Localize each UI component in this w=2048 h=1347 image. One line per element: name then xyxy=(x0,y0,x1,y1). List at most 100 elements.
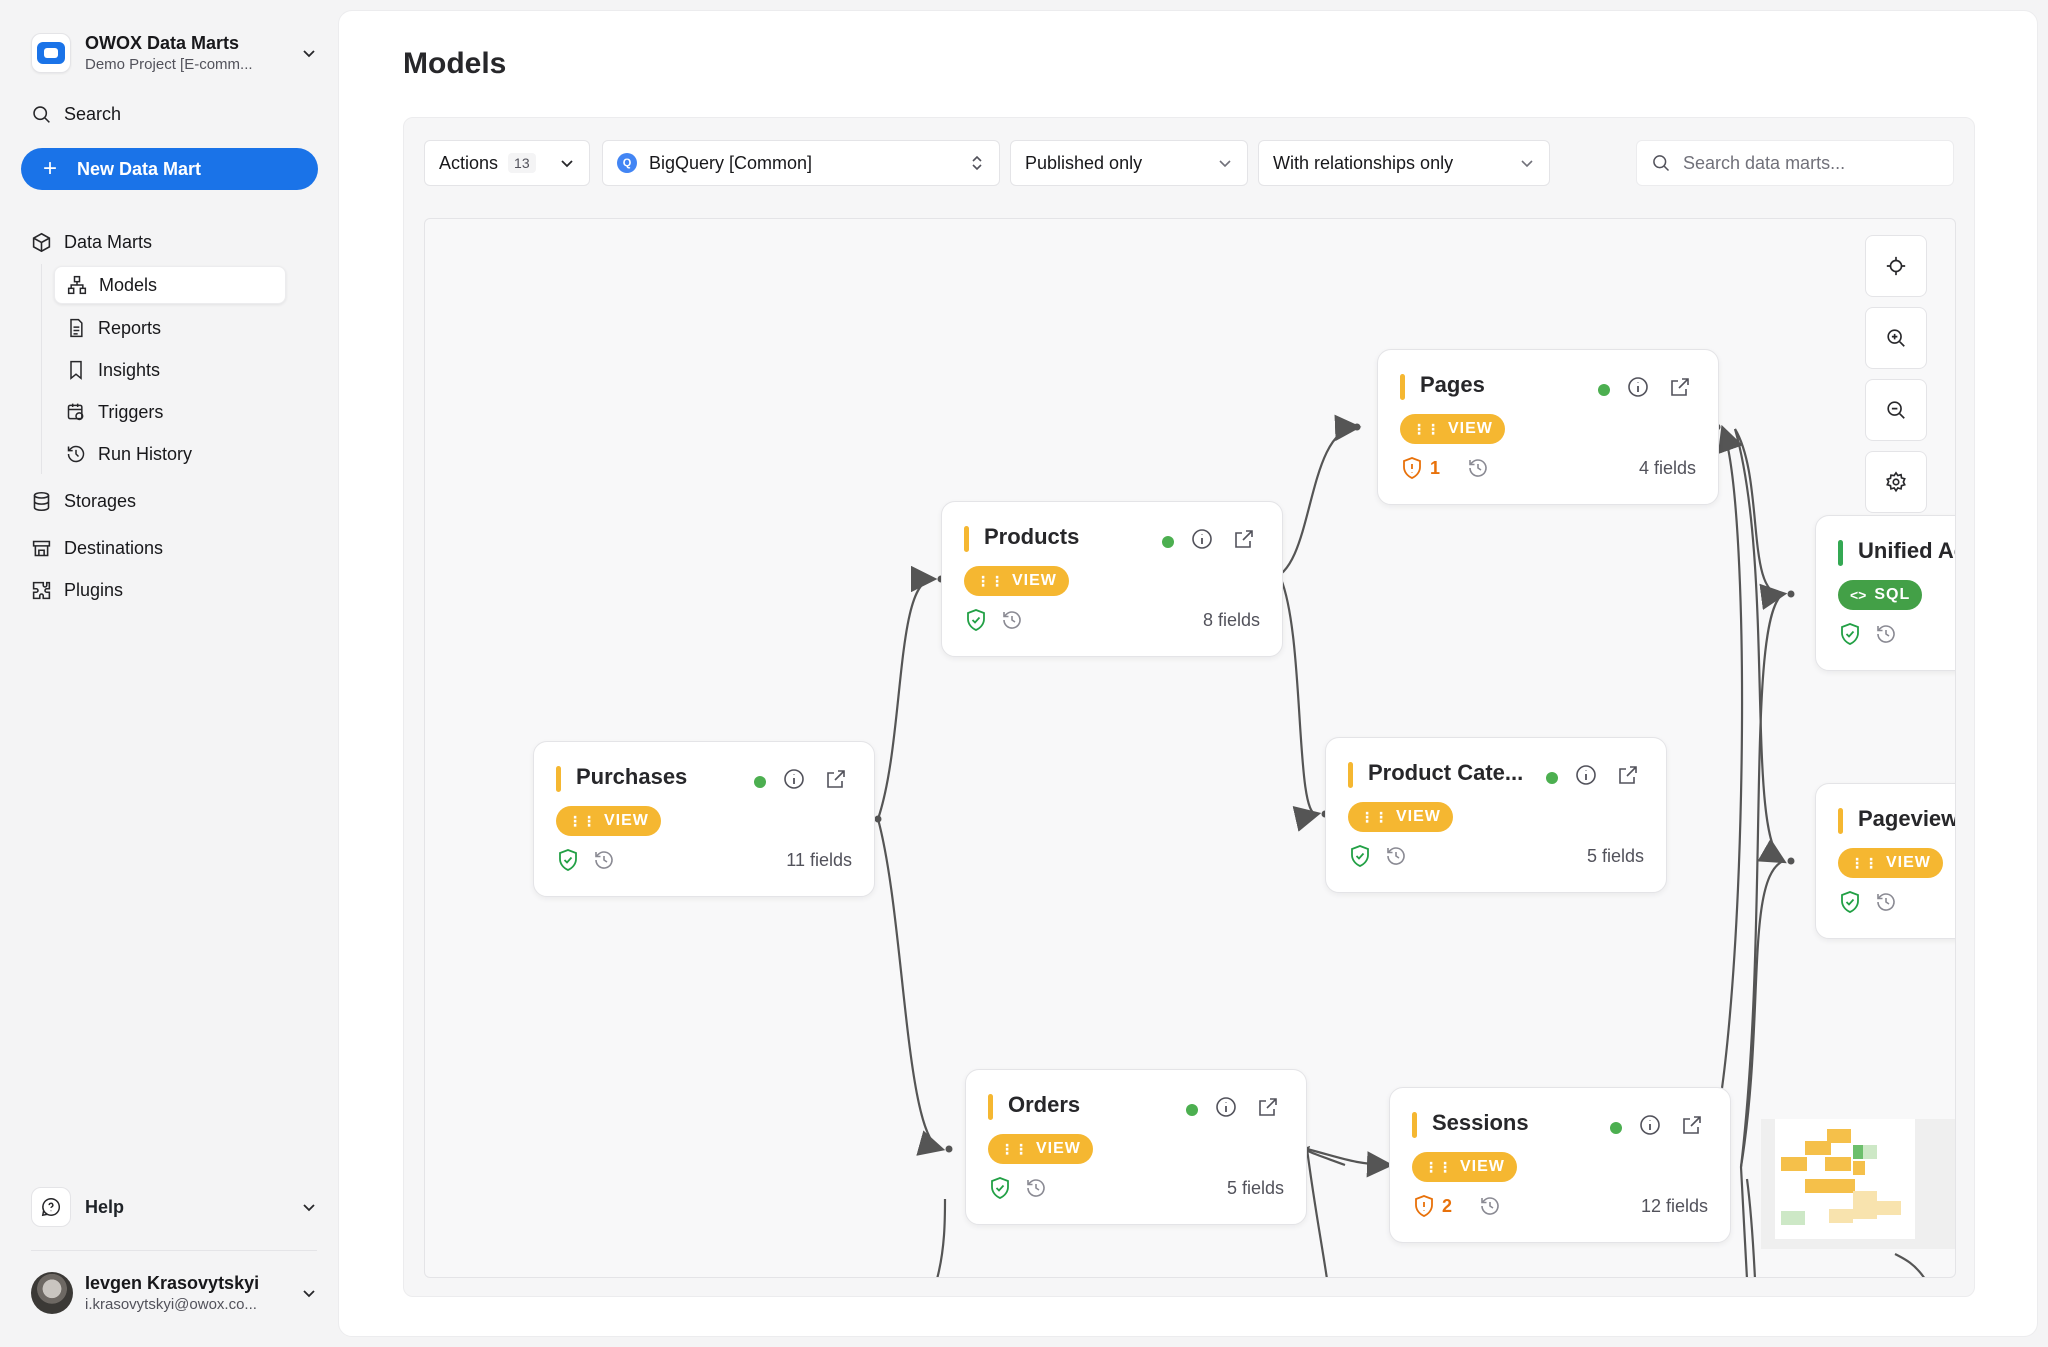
status-ok-dot xyxy=(1186,1104,1198,1116)
info-icon[interactable] xyxy=(1638,1113,1662,1137)
model-node-products[interactable]: Products ⋮⋮ VIEW 8 fields xyxy=(941,501,1283,657)
plus-icon: + xyxy=(43,155,58,182)
node-accent-bar xyxy=(964,526,969,552)
edge-offscreen-5 xyxy=(1894,1253,1925,1277)
view-type-badge: ⋮⋮ VIEW xyxy=(1400,414,1505,444)
relationship-filter[interactable]: With relationships only xyxy=(1258,140,1550,186)
status-ok-dot xyxy=(1162,536,1174,548)
sidebar-item-triggers[interactable]: Triggers xyxy=(54,393,286,431)
view-type-label: VIEW xyxy=(1886,854,1931,871)
search-input[interactable]: Search data marts... xyxy=(1636,140,1954,186)
page-title: Models xyxy=(403,47,507,80)
chevron-down-icon xyxy=(1219,160,1231,168)
sidebar-item-run-history[interactable]: Run History xyxy=(54,435,286,473)
zoom-out-icon xyxy=(1887,401,1905,419)
published-filter[interactable]: Published only xyxy=(1010,140,1248,186)
history-icon[interactable] xyxy=(1384,844,1408,868)
sidebar-item-label: Plugins xyxy=(64,580,124,600)
sidebar-item-label: Triggers xyxy=(98,401,164,422)
warning-count: 1 xyxy=(1430,457,1441,478)
canvas-settings-button[interactable] xyxy=(1865,451,1927,513)
model-node-sessions[interactable]: Sessions ⋮⋮ VIEW 2 12 fields xyxy=(1389,1087,1731,1243)
warning-indicator[interactable]: 2 xyxy=(1412,1194,1452,1218)
new-data-mart-button[interactable]: + New Data Mart xyxy=(21,148,318,190)
model-graph-canvas[interactable]: Purchases ⋮⋮ VIEW 11 fields Products ⋮⋮ VI… xyxy=(424,218,1956,1278)
edge-purchases-products xyxy=(876,565,938,820)
zoom-out-button[interactable] xyxy=(1865,379,1927,441)
model-node-pages[interactable]: Pages ⋮⋮ VIEW 1 4 fields xyxy=(1377,349,1719,505)
info-icon[interactable] xyxy=(1214,1095,1238,1119)
edge-offscreen-4 xyxy=(1745,1178,1756,1277)
model-node-pageviews[interactable]: Pageviews ⋮⋮ VIEW xyxy=(1815,783,1955,939)
sidebar-item-destinations[interactable]: Destinations xyxy=(31,538,163,559)
project-switcher[interactable]: OWOX Data Marts Demo Project [E-comm... xyxy=(31,30,317,76)
minimap-node xyxy=(1853,1161,1865,1175)
search-icon xyxy=(33,106,50,123)
view-type-label: VIEW xyxy=(1036,1140,1081,1157)
graph-minimap[interactable] xyxy=(1761,1119,1955,1249)
minimap-node xyxy=(1805,1179,1831,1193)
model-node-orders[interactable]: Orders ⋮⋮ VIEW 5 fields xyxy=(965,1069,1307,1225)
shield-check-icon xyxy=(559,849,577,871)
sidebar-search-label: Search xyxy=(64,104,122,124)
sidebar-search[interactable]: Search xyxy=(31,104,121,125)
external-link-icon[interactable] xyxy=(1616,763,1640,787)
external-link-icon[interactable] xyxy=(1668,375,1692,399)
minimap-node xyxy=(1781,1157,1807,1171)
chevron-down-icon xyxy=(1521,160,1533,168)
sidebar-item-models[interactable]: Models xyxy=(54,266,286,304)
field-count: 12 fields xyxy=(1640,1196,1708,1216)
sidebar-item-insights[interactable]: Insights xyxy=(54,351,286,389)
external-link-icon[interactable] xyxy=(824,767,848,791)
actions-dropdown[interactable]: Actions 13 xyxy=(424,140,590,186)
minimap-node xyxy=(1829,1209,1853,1223)
edge-orders-sessions xyxy=(1306,1147,1394,1178)
edge-purchases-orders xyxy=(876,818,946,1156)
relationship-filter-value: With relationships only xyxy=(1273,152,1454,173)
node-title: Pageviews xyxy=(1858,806,1955,831)
field-count: 4 fields xyxy=(1638,458,1696,478)
storage-select[interactable]: Q BigQuery [Common] xyxy=(602,140,1000,186)
sidebar-item-reports[interactable]: Reports xyxy=(54,309,286,347)
sidebar-item-data-marts[interactable]: Data Marts xyxy=(31,232,152,253)
user-menu[interactable]: Ievgen Krasovytskyi i.krasovytskyi@owox.… xyxy=(31,1268,317,1318)
history-icon[interactable] xyxy=(592,848,616,872)
model-node-product-categories[interactable]: Product Cate... ⋮⋮ VIEW 5 fields xyxy=(1325,737,1667,893)
grid-icon: ⋮⋮ xyxy=(976,572,1004,589)
sidebar-item-plugins[interactable]: Plugins xyxy=(31,580,123,601)
grid-icon: ⋮⋮ xyxy=(1000,1140,1028,1157)
node-title: Products xyxy=(984,524,1080,549)
help-menu[interactable]: Help xyxy=(31,1183,317,1231)
sidebar-item-storages[interactable]: Storages xyxy=(31,491,136,512)
info-icon[interactable] xyxy=(782,767,806,791)
sidebar-item-label: Run History xyxy=(98,443,193,464)
shield-alert-icon xyxy=(1403,457,1421,479)
external-link-icon[interactable] xyxy=(1232,527,1256,551)
edge-products-pages xyxy=(1270,414,1362,581)
history-icon[interactable] xyxy=(1874,622,1898,646)
history-icon[interactable] xyxy=(1000,608,1024,632)
main-content: Models Actions 13 Q BigQuery [Common] Pu… xyxy=(338,10,2038,1337)
node-accent-bar xyxy=(1412,1112,1417,1138)
history-icon[interactable] xyxy=(1478,1194,1502,1218)
sidebar-item-label: Models xyxy=(99,274,158,295)
fit-view-button[interactable] xyxy=(1865,235,1927,297)
model-node-purchases[interactable]: Purchases ⋮⋮ VIEW 11 fields xyxy=(533,741,875,897)
history-icon[interactable] xyxy=(1466,456,1490,480)
history-icon[interactable] xyxy=(1874,890,1898,914)
warning-indicator[interactable]: 1 xyxy=(1400,456,1440,480)
project-name: OWOX Data Marts xyxy=(85,33,240,53)
view-type-badge: ⋮⋮ VIEW xyxy=(1838,848,1943,878)
grid-icon: ⋮⋮ xyxy=(568,812,596,829)
info-icon[interactable] xyxy=(1574,763,1598,787)
external-link-icon[interactable] xyxy=(1256,1095,1280,1119)
actions-label: Actions xyxy=(439,152,499,173)
history-icon[interactable] xyxy=(1024,1176,1048,1200)
storage-select-value: BigQuery [Common] xyxy=(649,152,813,173)
zoom-in-button[interactable] xyxy=(1865,307,1927,369)
info-icon[interactable] xyxy=(1190,527,1214,551)
zoom-in-icon xyxy=(1887,329,1905,347)
model-node-unified[interactable]: Unified Ac <> SQL xyxy=(1815,515,1955,671)
info-icon[interactable] xyxy=(1626,375,1650,399)
external-link-icon[interactable] xyxy=(1680,1113,1704,1137)
